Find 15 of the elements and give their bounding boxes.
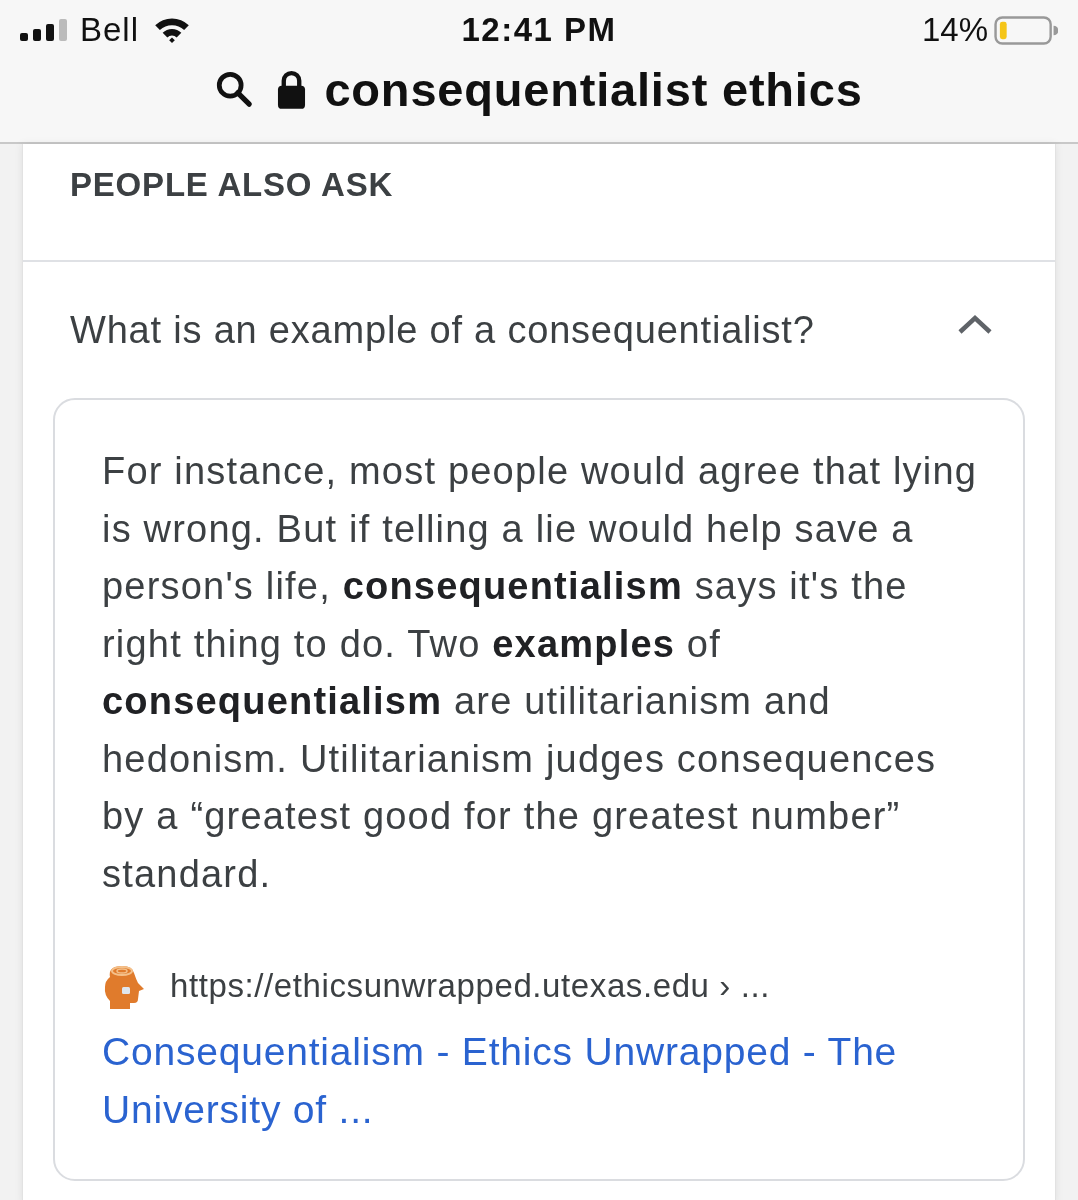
section-heading: PEOPLE ALSO ASK	[70, 166, 394, 204]
question-text: What is an example of a consequentialist?	[70, 308, 815, 352]
source-url: https://ethicsunwrapped.utexas.edu › ...	[170, 967, 770, 1005]
search-icon[interactable]	[215, 70, 254, 108]
head-logo-icon	[102, 963, 146, 1009]
signal-icon	[20, 19, 70, 41]
lock-icon	[277, 68, 307, 110]
status-time: 12:41 PM	[461, 11, 617, 49]
answer-text: For instance, most people would agree that lying is wrong. But if telling a lie would help save a person's life, consequentialism says it's the right thing to do. Two examples of consequentialism are utilitarianism and hedonism. Utilitarianism judges consequences by a “greatest good for the greatest number” standard.	[102, 449, 979, 897]
question-row[interactable]: What is an example of a consequentialist?	[23, 262, 1055, 398]
result-link[interactable]: Consequentialism - Ethics Unwrapped - The University of ...	[102, 1023, 932, 1139]
battery-percentage: 14%	[921, 11, 988, 49]
carrier-name: Bell	[80, 11, 140, 49]
wifi-icon	[153, 16, 192, 44]
battery-icon	[994, 15, 1058, 45]
